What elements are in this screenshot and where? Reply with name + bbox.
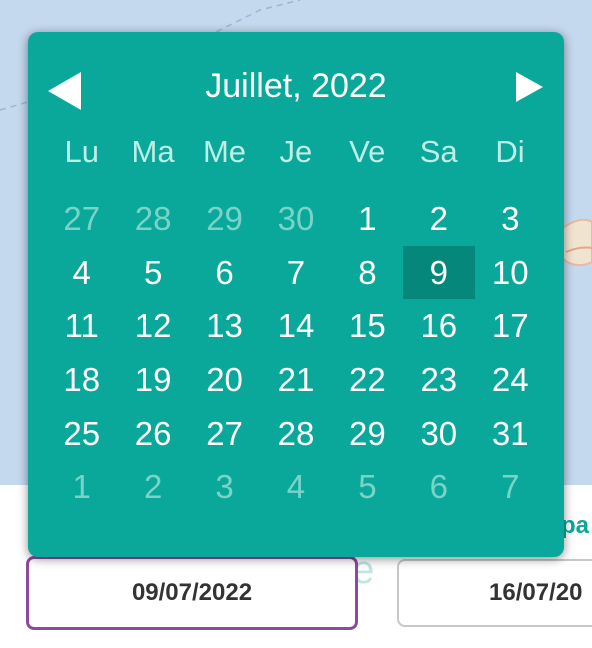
calendar-header: Juillet, 2022 <box>28 62 564 112</box>
side-label: pa <box>561 512 590 539</box>
day-cell[interactable]: 18 <box>46 353 117 407</box>
day-cell[interactable]: 5 <box>117 246 188 300</box>
day-cell[interactable]: 6 <box>189 246 260 300</box>
date-picker-calendar: Juillet, 2022 Lu Ma Me Je Ve Sa Di 27 28 29 30 1 2 3… <box>28 32 564 557</box>
day-cell[interactable]: 20 <box>189 353 260 407</box>
day-cell[interactable]: 30 <box>403 407 474 461</box>
day-cell[interactable]: 12 <box>117 299 188 353</box>
day-cell[interactable]: 11 <box>46 299 117 353</box>
weekday-label: Ve <box>349 134 386 169</box>
day-cell-outside-month[interactable]: 29 <box>189 192 260 246</box>
day-cell-outside-month[interactable]: 7 <box>475 460 546 514</box>
day-cell[interactable]: 27 <box>189 407 260 461</box>
day-cell[interactable]: 15 <box>332 299 403 353</box>
day-cell[interactable]: 17 <box>475 299 546 353</box>
weekday-label: Me <box>202 134 247 169</box>
weekday-label: Ma <box>131 134 175 169</box>
day-cell-outside-month[interactable]: 27 <box>46 192 117 246</box>
day-cell[interactable]: 24 <box>475 353 546 407</box>
day-cell[interactable]: 1 <box>332 192 403 246</box>
day-cell[interactable]: 21 <box>260 353 331 407</box>
day-cell[interactable]: 7 <box>260 246 331 300</box>
day-cell[interactable]: 4 <box>46 246 117 300</box>
end-date-input[interactable]: 16/07/20 <box>397 559 592 627</box>
day-cell-outside-month[interactable]: 28 <box>117 192 188 246</box>
start-date-value: 09/07/2022 <box>131 579 253 606</box>
day-cell[interactable]: 16 <box>403 299 474 353</box>
days-grid: 27 28 29 30 1 2 3 4 5 6 7 8 9 10 11 12 13 14 15 16 17 18 19 20 2… <box>46 192 546 514</box>
weekday-label: Lu <box>64 134 99 169</box>
day-cell[interactable]: 8 <box>332 246 403 300</box>
month-title: Juillet, 2022 <box>205 67 387 105</box>
day-cell[interactable]: 2 <box>403 192 474 246</box>
day-cell-outside-month[interactable]: 4 <box>260 460 331 514</box>
day-cell-outside-month[interactable]: 30 <box>260 192 331 246</box>
day-cell-outside-month[interactable]: 6 <box>403 460 474 514</box>
weekday-label: Je <box>279 134 313 169</box>
day-cell[interactable]: 3 <box>475 192 546 246</box>
day-cell-outside-month[interactable]: 1 <box>46 460 117 514</box>
day-cell-outside-month[interactable]: 5 <box>332 460 403 514</box>
day-cell-outside-month[interactable]: 3 <box>189 460 260 514</box>
day-cell-selected[interactable]: 9 <box>403 245 475 300</box>
day-cell[interactable]: 10 <box>475 246 546 300</box>
day-cell[interactable]: 29 <box>332 407 403 461</box>
end-date-value: 16/07/20 <box>489 579 583 606</box>
day-cell-outside-month[interactable]: 2 <box>117 460 188 514</box>
day-cell[interactable]: 26 <box>117 407 188 461</box>
weekday-header-row: Lu Ma Me Je Ve Sa Di <box>46 134 546 170</box>
day-cell[interactable]: 22 <box>332 353 403 407</box>
day-cell[interactable]: 19 <box>117 353 188 407</box>
day-cell[interactable]: 14 <box>260 299 331 353</box>
day-cell[interactable]: 13 <box>189 299 260 353</box>
triangle-right-icon[interactable] <box>516 72 544 107</box>
day-cell[interactable]: 25 <box>46 407 117 461</box>
day-cell[interactable]: 23 <box>403 353 474 407</box>
day-cell[interactable]: 28 <box>260 407 331 461</box>
day-cell[interactable]: 31 <box>475 407 546 461</box>
start-date-input[interactable]: 09/07/2022 <box>26 556 358 630</box>
weekday-label: Sa <box>419 134 458 169</box>
weekday-label: Di <box>495 134 525 169</box>
